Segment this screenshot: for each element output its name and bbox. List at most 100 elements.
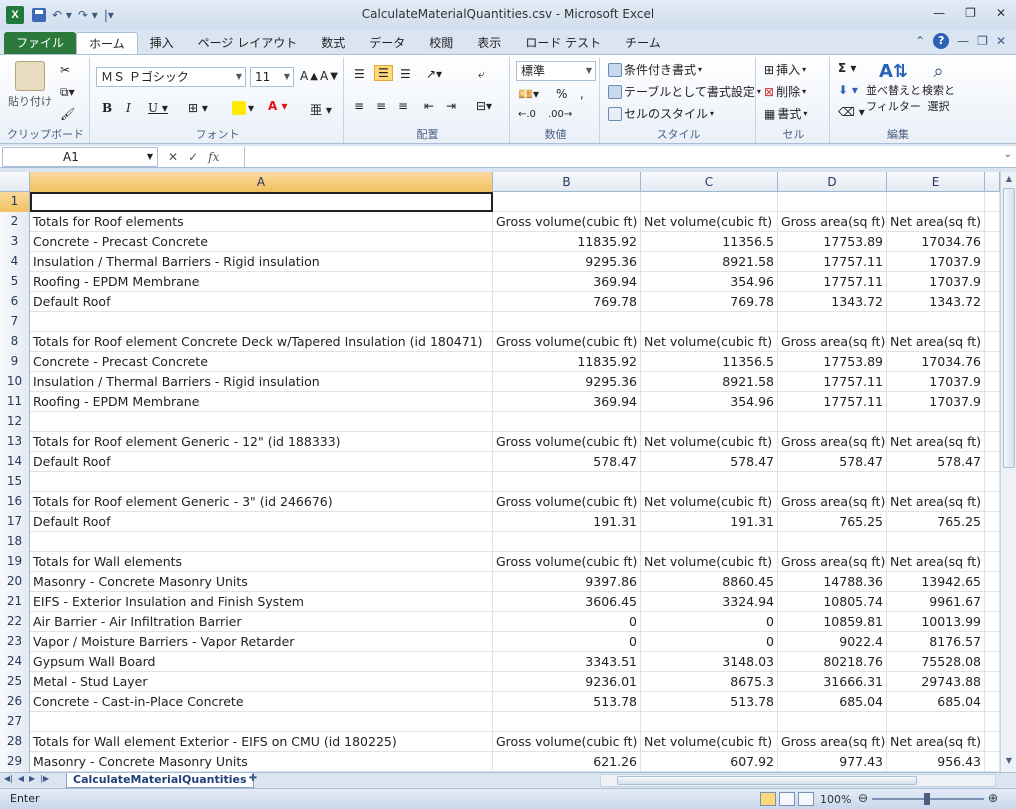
cell[interactable]: 3343.51 [493,652,641,672]
find-select-button[interactable]: ⌕ 検索と 選択 [922,61,955,114]
row-header[interactable]: 7 [0,312,30,332]
cell[interactable] [985,632,1000,652]
paste-button[interactable]: 貼り付け [8,61,52,109]
cell[interactable]: 17757.11 [778,252,887,272]
cell[interactable] [641,712,778,732]
cell[interactable]: 11835.92 [493,352,641,372]
restore-icon[interactable]: ❐ [965,6,976,20]
cell[interactable] [985,292,1000,312]
confirm-entry-icon[interactable]: ✓ [188,150,198,164]
align-top-icon[interactable]: ☰ [354,67,365,81]
cell[interactable]: Net area(sq ft) [887,332,985,352]
cell[interactable]: 17753.89 [778,232,887,252]
close-icon[interactable]: ✕ [996,6,1006,20]
fill-icon[interactable]: ⬇ ▾ [838,83,858,97]
cell[interactable]: 17037.9 [887,392,985,412]
cell[interactable] [985,572,1000,592]
cell[interactable]: Net area(sq ft) [887,212,985,232]
cell[interactable]: 9295.36 [493,372,641,392]
cell[interactable]: Vapor / Moisture Barriers - Vapor Retard… [30,632,493,652]
cell[interactable]: 9397.86 [493,572,641,592]
font-size-select[interactable]: 11 ▼ [250,67,294,87]
cell[interactable]: 14788.36 [778,572,887,592]
cell[interactable]: 11356.5 [641,352,778,372]
cell[interactable]: 765.25 [778,512,887,532]
cell[interactable]: Totals for Roof element Generic - 3" (id… [30,492,493,512]
scroll-up-icon[interactable]: ▲ [1003,174,1015,188]
wrap-text-icon[interactable]: ⤶ [478,67,485,82]
cell[interactable]: 1343.72 [887,292,985,312]
row-header[interactable]: 25 [0,672,30,692]
cell[interactable]: 9961.67 [887,592,985,612]
cell[interactable]: 578.47 [493,452,641,472]
cell[interactable]: 578.47 [641,452,778,472]
cell[interactable]: 17034.76 [887,232,985,252]
cell[interactable]: Concrete - Precast Concrete [30,232,493,252]
cell[interactable]: Gross volume(cubic ft) [493,212,641,232]
grow-font-icon[interactable]: A ▲ [300,69,318,83]
cell[interactable]: 9295.36 [493,252,641,272]
decrease-indent-icon[interactable]: ⇤ [424,99,434,113]
row-header[interactable]: 28 [0,732,30,752]
currency-icon[interactable]: 💴▾ [518,87,539,101]
zoom-slider[interactable]: ⊖ ⊕ [858,791,998,805]
cell[interactable]: 0 [641,612,778,632]
tab-data[interactable]: データ [357,32,417,54]
underline-icon[interactable]: U ▾ [148,101,168,115]
cell[interactable]: Gross area(sq ft) [778,732,887,752]
cell[interactable] [493,472,641,492]
cell[interactable] [641,532,778,552]
row-header[interactable]: 9 [0,352,30,372]
cell[interactable] [985,312,1000,332]
row-header[interactable]: 6 [0,292,30,312]
clear-icon[interactable]: ⌫ ▾ [838,105,865,119]
font-color-icon[interactable]: A ▾ [268,99,288,113]
cell[interactable] [985,552,1000,572]
number-format-select[interactable]: 標準 ▼ [516,61,596,81]
cell[interactable]: 8921.58 [641,372,778,392]
cell[interactable] [985,692,1000,712]
cell[interactable]: Totals for Wall elements [30,552,493,572]
cell[interactable]: 8860.45 [641,572,778,592]
cell[interactable]: 3148.03 [641,652,778,672]
column-header[interactable]: C [641,172,778,192]
cell[interactable]: 29743.88 [887,672,985,692]
percent-icon[interactable]: % [556,87,567,101]
cell[interactable]: Roofing - EPDM Membrane [30,392,493,412]
cell[interactable]: 578.47 [778,452,887,472]
cell[interactable]: 80218.76 [778,652,887,672]
column-header[interactable]: B [493,172,641,192]
cell[interactable]: Net volume(cubic ft) [641,212,778,232]
bold-icon[interactable]: B [102,101,112,115]
fill-color-icon[interactable]: ▾ [232,101,254,115]
decrease-decimal-icon[interactable]: .00→ [548,109,572,120]
row-header[interactable]: 11 [0,392,30,412]
cell[interactable] [985,612,1000,632]
cell[interactable]: Default Roof [30,512,493,532]
cell[interactable]: 11356.5 [641,232,778,252]
cell[interactable]: Totals for Roof elements [30,212,493,232]
cell[interactable] [778,412,887,432]
cell[interactable] [778,312,887,332]
shrink-font-icon[interactable]: A ▼ [320,69,338,83]
help-icon[interactable]: ? [933,33,950,49]
cell[interactable] [985,712,1000,732]
cell[interactable] [985,452,1000,472]
cell[interactable]: 977.43 [778,752,887,772]
cut-icon[interactable]: ✂ [60,63,70,77]
cell[interactable] [493,192,641,212]
row-header[interactable]: 10 [0,372,30,392]
cell[interactable] [778,472,887,492]
customize-qat-icon[interactable]: |▾ [104,8,114,22]
cell[interactable] [30,312,493,332]
row-header[interactable]: 19 [0,552,30,572]
cell[interactable]: 369.94 [493,272,641,292]
cell[interactable]: 621.26 [493,752,641,772]
cell[interactable] [493,712,641,732]
cell[interactable]: 3606.45 [493,592,641,612]
cell[interactable]: Totals for Wall element Exterior - EIFS … [30,732,493,752]
cell[interactable]: 769.78 [641,292,778,312]
row-header[interactable]: 26 [0,692,30,712]
cell[interactable]: Roofing - EPDM Membrane [30,272,493,292]
cell[interactable]: Totals for Roof element Generic - 12" (i… [30,432,493,452]
